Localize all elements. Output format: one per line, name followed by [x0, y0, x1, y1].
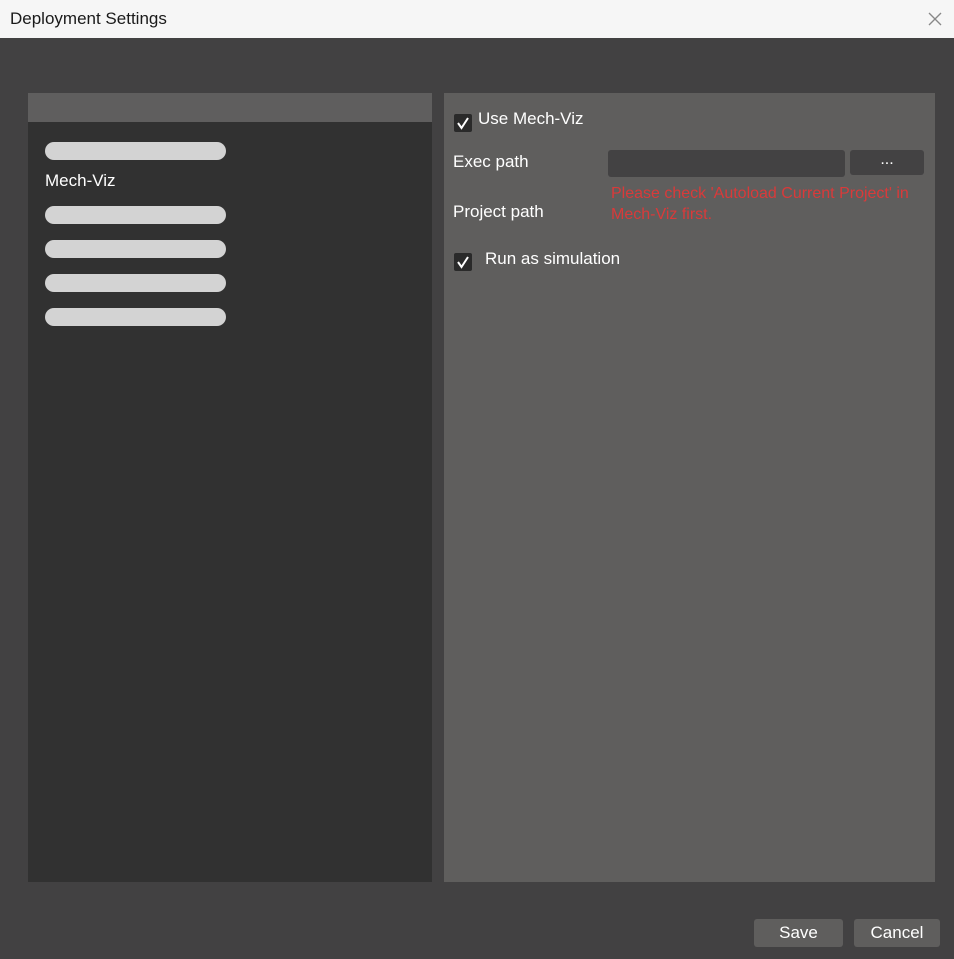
exec-path-label: Exec path	[453, 152, 529, 171]
sidebar-item-redacted-5[interactable]	[45, 308, 226, 326]
use-mechviz-label: Use Mech-Viz	[478, 109, 584, 128]
sidebar: Mech-Viz	[28, 93, 432, 882]
title-bar: Deployment Settings	[0, 0, 954, 38]
browse-button[interactable]: ...	[850, 150, 924, 175]
settings-panel: Use Mech-Viz Exec path ... Project path …	[444, 93, 935, 882]
use-mechviz-checkbox[interactable]	[454, 114, 472, 132]
sidebar-item-redacted-3[interactable]	[45, 240, 226, 258]
checkmark-icon	[457, 256, 469, 269]
project-path-label: Project path	[453, 202, 544, 221]
run-simulation-label: Run as simulation	[485, 249, 621, 268]
save-button[interactable]: Save	[754, 919, 843, 947]
cancel-button[interactable]: Cancel	[854, 919, 940, 947]
exec-path-input[interactable]	[608, 150, 845, 177]
window-title: Deployment Settings	[10, 9, 167, 28]
close-icon	[928, 12, 942, 26]
warning-message: Please check 'Autoload Current Project' …	[611, 185, 909, 223]
close-button[interactable]	[926, 10, 944, 28]
sidebar-item-redacted-2[interactable]	[45, 206, 226, 224]
sidebar-header	[28, 93, 432, 122]
sidebar-item-redacted-1[interactable]	[45, 142, 226, 160]
sidebar-item-mech-viz[interactable]: Mech-Viz	[45, 171, 116, 191]
checkmark-icon	[457, 117, 469, 130]
sidebar-item-redacted-4[interactable]	[45, 274, 226, 292]
run-simulation-checkbox[interactable]	[454, 253, 472, 271]
